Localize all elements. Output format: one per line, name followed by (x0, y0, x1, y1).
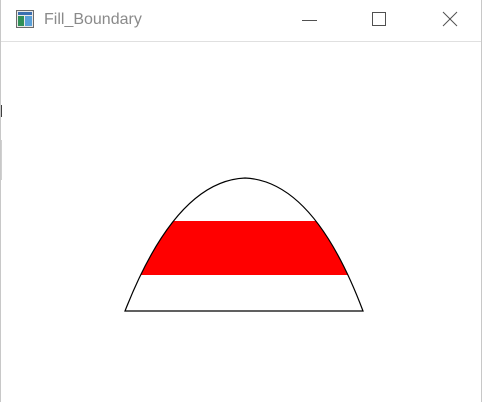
app-window-icon (16, 10, 34, 28)
drawing-canvas[interactable] (2, 43, 481, 402)
canvas-drawing (124, 177, 364, 312)
maximize-button[interactable] (355, 0, 401, 42)
close-button[interactable] (425, 0, 471, 42)
minimize-icon (302, 20, 317, 21)
app-window: Fill_Boundary (0, 0, 482, 402)
red-fill-band (125, 221, 363, 275)
window-title: Fill_Boundary (44, 11, 142, 28)
close-icon (442, 11, 458, 27)
maximize-icon (372, 12, 386, 26)
minimize-button[interactable] (285, 0, 331, 42)
title-bar[interactable]: Fill_Boundary (1, 0, 481, 42)
